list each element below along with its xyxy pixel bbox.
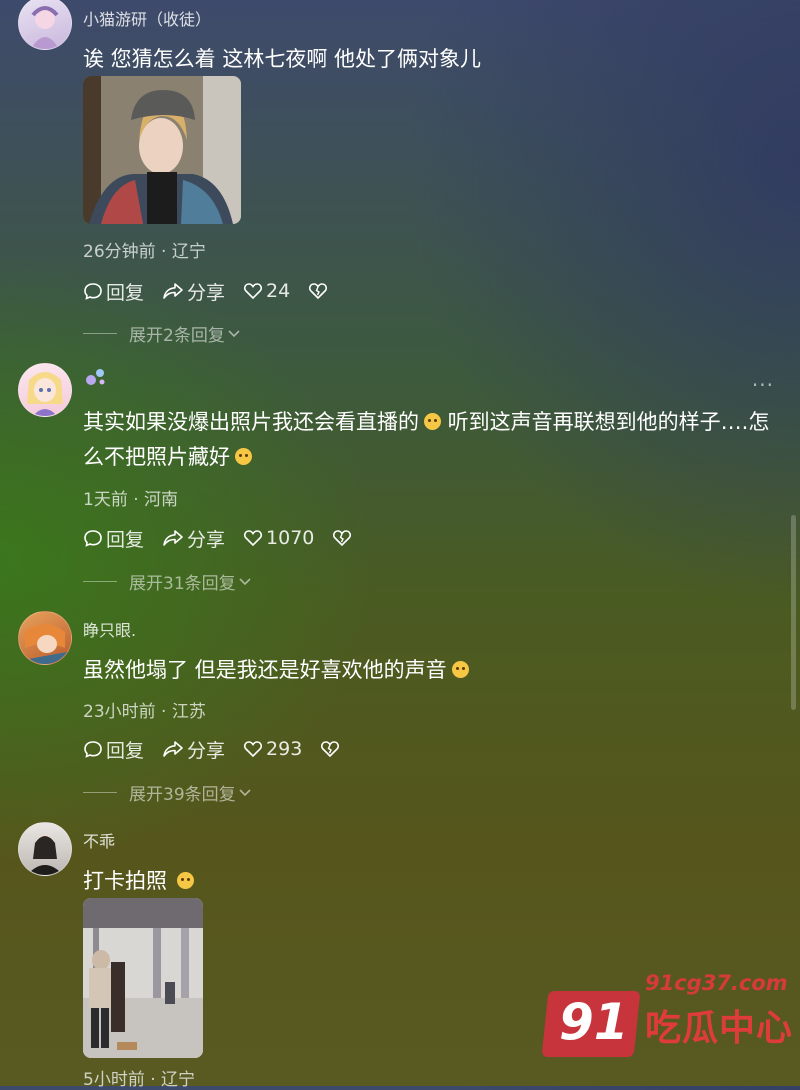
comment-text-part: 打卡拍照	[83, 869, 167, 893]
comment-icon	[84, 530, 102, 547]
broken-heart-icon	[321, 741, 340, 758]
share-button[interactable]: 分享	[162, 736, 225, 763]
share-label: 分享	[187, 281, 226, 304]
comment-image[interactable]	[83, 76, 241, 224]
watermark-logo: 91 91cg37.com 吃瓜中心	[541, 965, 792, 1065]
share-label: 分享	[187, 739, 226, 762]
bubbles-icon	[86, 369, 105, 385]
comment-image[interactable]	[83, 898, 203, 1058]
comment-meta: 26分钟前 · 辽宁	[83, 242, 206, 262]
like-button[interactable]: 24	[243, 280, 290, 302]
chevron-down-icon	[239, 788, 251, 796]
share-icon	[163, 530, 183, 546]
comment-actions: 回复 分享 1070	[83, 525, 373, 552]
comment-text: 虽然他塌了 但是我还是好喜欢他的声音	[83, 653, 773, 688]
reply-label: 回复	[106, 739, 145, 762]
scrollbar[interactable]	[791, 515, 796, 710]
expand-replies-button[interactable]: 展开39条回复	[83, 780, 252, 805]
comment-actions: 回复 分享 24	[83, 278, 349, 305]
share-button[interactable]: 分享	[162, 525, 225, 552]
comment-icon	[84, 283, 102, 300]
username[interactable]: 小猫游研（收徒）	[83, 6, 211, 30]
comment-meta: 1天前 · 河南	[83, 490, 179, 510]
comment-text-part: 其实如果没爆出照片我还会看直播的	[83, 410, 419, 434]
reply-button[interactable]: 回复	[83, 278, 144, 305]
reply-button[interactable]: 回复	[83, 525, 144, 552]
expand-replies-label: 展开39条回复	[129, 785, 236, 805]
like-count: 1070	[266, 527, 315, 549]
dislike-button[interactable]	[308, 281, 331, 301]
heart-icon	[244, 530, 263, 547]
comment-meta: 5小时前 · 辽宁	[83, 1070, 196, 1090]
broken-heart-icon	[333, 530, 352, 547]
comment-icon	[84, 741, 102, 758]
watermark-number: 91	[559, 993, 629, 1051]
divider-line	[83, 792, 117, 793]
like-count: 293	[266, 738, 303, 760]
share-icon	[163, 283, 183, 299]
dislike-button[interactable]	[332, 528, 355, 548]
avatar[interactable]	[18, 611, 72, 665]
more-options-button[interactable]: ···	[752, 373, 774, 397]
expand-replies-label: 展开2条回复	[129, 326, 225, 346]
comment-text: 打卡拍照	[83, 864, 773, 899]
reply-button[interactable]: 回复	[83, 736, 144, 763]
reply-label: 回复	[106, 528, 145, 551]
heart-icon	[244, 283, 263, 300]
avatar[interactable]	[18, 822, 72, 876]
chevron-down-icon	[239, 577, 251, 585]
emoji-icon	[235, 448, 252, 465]
expand-replies-button[interactable]: 展开2条回复	[83, 321, 241, 346]
comment-text: 其实如果没爆出照片我还会看直播的 听到这声音再联想到他的样子….怎么不把照片藏好	[83, 405, 773, 475]
watermark-url: 91cg37.com	[645, 971, 788, 995]
comment-text: 诶 您猜怎么着 这林七夜啊 他处了俩对象儿	[83, 47, 482, 71]
comment-meta: 23小时前 · 江苏	[83, 702, 206, 722]
comment-actions: 回复 分享 293	[83, 736, 361, 763]
comment-text-part: 虽然他塌了 但是我还是好喜欢他的声音	[83, 658, 447, 682]
share-icon	[163, 741, 183, 757]
broken-heart-icon	[309, 283, 328, 300]
reply-label: 回复	[106, 281, 145, 304]
avatar[interactable]	[18, 0, 72, 50]
emoji-icon	[451, 661, 469, 678]
dislike-button[interactable]	[320, 739, 343, 759]
expand-replies-button[interactable]: 展开31条回复	[83, 569, 252, 594]
username[interactable]: 睁只眼.	[83, 617, 136, 641]
share-button[interactable]: 分享	[162, 278, 225, 305]
divider-line	[83, 581, 117, 582]
username[interactable]: 不乖	[83, 828, 115, 852]
chevron-down-icon	[228, 329, 240, 337]
username[interactable]	[83, 366, 107, 392]
share-label: 分享	[187, 528, 226, 551]
divider-line	[83, 333, 117, 334]
watermark-name: 吃瓜中心	[645, 1008, 794, 1049]
emoji-icon	[424, 413, 441, 430]
like-count: 24	[266, 280, 291, 302]
expand-replies-label: 展开31条回复	[129, 574, 236, 594]
emoji-icon	[177, 872, 194, 889]
like-button[interactable]: 1070	[243, 527, 314, 549]
avatar[interactable]	[18, 363, 72, 417]
like-button[interactable]: 293	[243, 738, 302, 760]
heart-icon	[244, 741, 263, 758]
